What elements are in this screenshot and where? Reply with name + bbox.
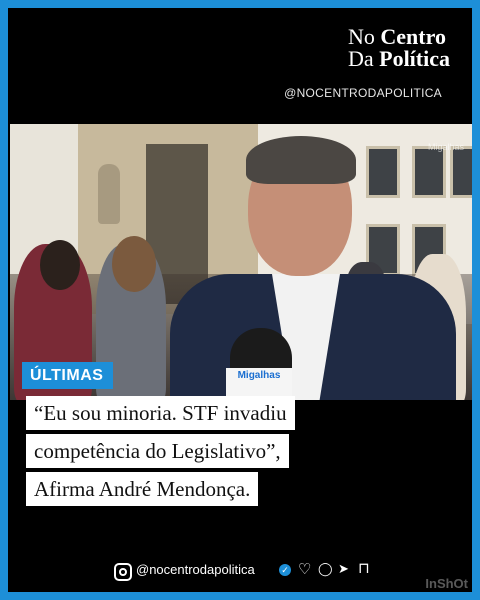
share-icon[interactable]: ➤ — [338, 561, 349, 577]
quote-line-1: “Eu sou minoria. STF invadiu — [26, 396, 295, 430]
window — [450, 146, 472, 198]
bookmark-icon[interactable]: ⊓ — [358, 559, 370, 577]
handle-top: @NOCENTRODAPOLITICA — [284, 86, 442, 100]
person-hair — [112, 236, 156, 292]
mic-label: Migalhas — [237, 370, 281, 381]
person-hair — [40, 240, 80, 290]
quote-line-3: Afirma André Mendonça. — [26, 472, 259, 506]
news-photo: Migalhas Migalhas — [10, 124, 472, 400]
window — [412, 146, 446, 198]
brand-logo: No Centro Da Política — [348, 26, 450, 70]
quote-line-2: competência do Legislativo”, — [26, 434, 289, 468]
ultimas-badge: ÚLTIMAS — [22, 362, 114, 389]
handle-bottom[interactable]: @nocentrodapolitica — [136, 562, 255, 577]
instagram-icon[interactable] — [114, 563, 132, 581]
post-frame: No Centro Da Política @NOCENTRODAPOLITIC… — [8, 8, 472, 592]
man-hair — [246, 136, 356, 184]
inshot-watermark: InShOt — [425, 576, 468, 591]
heart-icon[interactable]: ♡ — [298, 560, 311, 578]
comment-icon[interactable]: ◯ — [318, 561, 333, 577]
window — [366, 146, 400, 198]
statue — [98, 164, 120, 224]
headline-quote: “Eu sou minoria. STF invadiu competência… — [26, 396, 295, 510]
brand-line2-b: Política — [379, 46, 450, 71]
photo-watermark: Migalhas — [427, 142, 464, 152]
brand-line2-a: Da — [347, 46, 380, 71]
verified-icon: ✓ — [279, 564, 291, 576]
post-footer: @nocentrodapolitica ✓ ♡ ◯ ➤ ⊓ — [8, 560, 472, 584]
